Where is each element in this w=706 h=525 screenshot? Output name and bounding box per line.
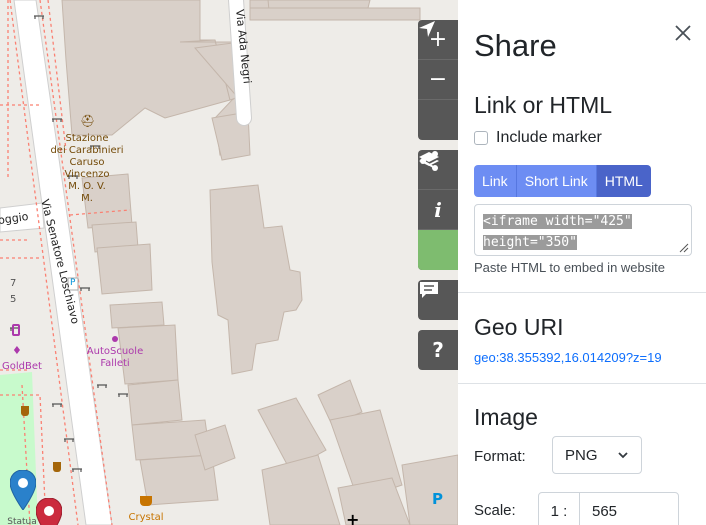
tab-html[interactable]: HTML: [596, 165, 651, 197]
info-icon: i: [434, 197, 442, 222]
scale-input[interactable]: 565: [579, 492, 679, 525]
image-section-heading: Image: [474, 404, 538, 430]
poi-dot-icon: [112, 336, 118, 342]
parking-label: P: [70, 278, 76, 288]
zoom-controls: + −: [418, 20, 458, 140]
format-value: PNG: [565, 446, 598, 464]
goldbet-icon: ♦: [12, 344, 22, 357]
resize-grip-icon[interactable]: [677, 241, 689, 253]
info-button[interactable]: i: [418, 190, 458, 230]
share-button[interactable]: [418, 151, 458, 270]
close-icon[interactable]: [672, 22, 694, 44]
locate-button[interactable]: [418, 21, 458, 140]
link-section-heading: Link or HTML: [474, 92, 613, 118]
map-marker-blue-icon[interactable]: [10, 470, 36, 510]
help-button[interactable]: ?: [418, 330, 458, 370]
poi-carabinieri-label: Stazione dei Carabinieri Caruso Vincenzo…: [50, 133, 124, 204]
church-icon: +: [346, 510, 360, 525]
embed-code-textarea[interactable]: <iframe width="425" height="350": [474, 204, 692, 256]
police-icon: ⛑: [80, 114, 96, 128]
format-label: Format:: [474, 448, 526, 465]
include-marker-label: Include marker: [496, 129, 602, 146]
panel-title: Share: [474, 28, 557, 63]
include-marker-checkbox[interactable]: [474, 131, 488, 145]
parking-icon: P: [432, 490, 443, 508]
house-number: 7: [10, 278, 17, 289]
divider: [458, 383, 706, 384]
code-line-1: <iframe width="425": [483, 214, 632, 229]
zoom-out-button[interactable]: −: [418, 60, 458, 100]
link-format-tabs: Link Short Link HTML: [474, 165, 651, 197]
phone-icon: [12, 324, 20, 336]
poi-crystal-label: Crystal: [128, 512, 164, 523]
code-line-2: height="350": [483, 235, 577, 250]
chevron-down-icon: [618, 452, 628, 459]
geo-section-heading: Geo URI: [474, 314, 564, 340]
poi-autoscuole-label: AutoScuole Falleti: [86, 346, 144, 369]
scale-label: Scale:: [474, 502, 516, 519]
note-button[interactable]: [418, 280, 458, 320]
tab-link[interactable]: Link: [474, 165, 517, 197]
share-panel: Share Link or HTML Include marker Link S…: [458, 0, 706, 525]
tab-short-link[interactable]: Short Link: [516, 165, 597, 197]
map-panel-controls: i: [418, 150, 458, 270]
poi-goldbet-label: GoldBet: [2, 361, 42, 372]
plant-icon: [53, 462, 61, 472]
comment-icon: [420, 282, 438, 298]
embed-help-text: Paste HTML to embed in website: [474, 260, 665, 275]
map-canvas[interactable]: Via Ada Negri Via Senatore Loschiavo ogg…: [0, 0, 458, 525]
map-tiles: [0, 0, 458, 525]
plant-icon: [21, 406, 29, 416]
scale-prefix: 1 :: [538, 492, 580, 525]
poi-statua-label: Statua: [7, 517, 37, 525]
share-icon: [420, 151, 438, 171]
include-marker-row[interactable]: Include marker: [474, 129, 602, 147]
geo-uri-link[interactable]: geo:38.355392,16.014209?z=19: [474, 350, 662, 365]
house-number: 5: [10, 294, 17, 305]
divider: [458, 292, 706, 293]
format-select[interactable]: PNG: [552, 436, 642, 474]
locate-arrow-icon: [419, 21, 435, 37]
cafe-icon: [140, 496, 152, 506]
